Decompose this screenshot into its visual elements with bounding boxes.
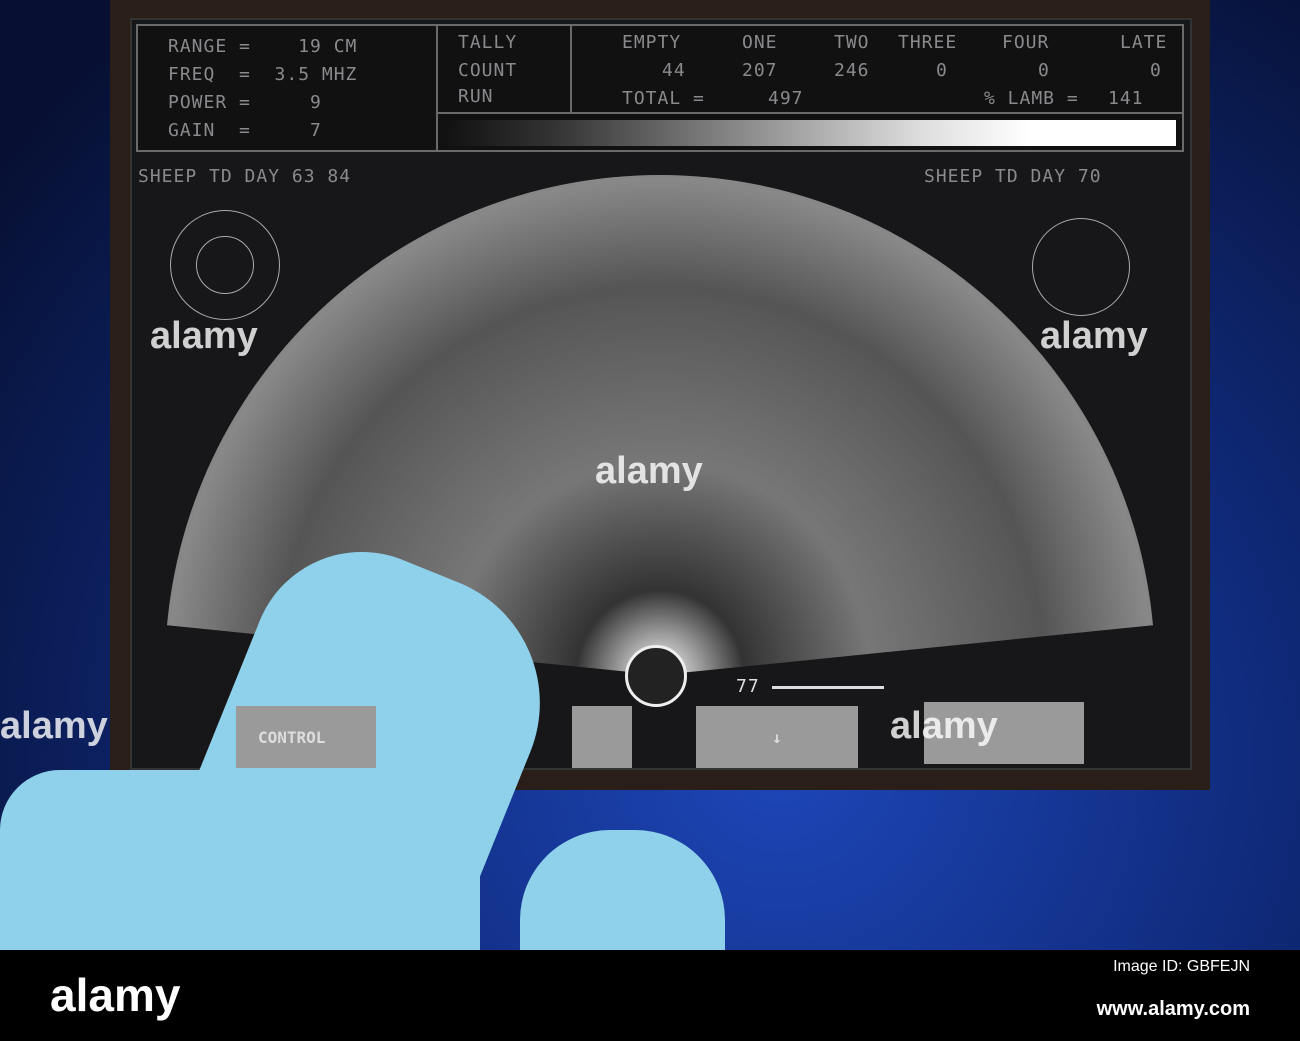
count-header: LATE: [1120, 32, 1168, 53]
count-value: 0: [1038, 60, 1050, 81]
count-value: 0: [936, 60, 948, 81]
screen-button-2[interactable]: [572, 706, 632, 768]
tally-panel: TALLY COUNT RUN: [436, 24, 572, 114]
footer-url: www.alamy.com: [1096, 998, 1250, 1020]
count-value: 246: [834, 60, 870, 81]
freq-setting: FREQ = 3.5 MHZ: [168, 64, 358, 85]
right-label: SHEEP TD DAY 70: [924, 166, 1102, 187]
count-value: 207: [742, 60, 778, 81]
count-header: THREE: [898, 32, 958, 53]
footer-logo: alamy: [50, 969, 181, 1021]
range-setting: RANGE = 19 CM: [168, 36, 358, 57]
watermark-logo: alamy: [1040, 315, 1148, 357]
grayscale-bar: [444, 120, 1176, 146]
grayscale-bar-panel: [436, 112, 1184, 152]
control-button[interactable]: CONTROL: [236, 706, 376, 768]
count-header: ONE: [742, 32, 778, 53]
watermark-logo: alamy: [595, 450, 703, 492]
counts-panel: EMPTY 44 ONE 207 TWO 246 THREE 0 FOUR 0 LATE 0 TOTA…: [570, 24, 1184, 114]
down-button[interactable]: ↓: [696, 706, 858, 768]
count-value: 0: [1150, 60, 1162, 81]
count-header: FOUR: [1002, 32, 1050, 53]
right-ring: [1032, 218, 1130, 316]
watermark-logo: alamy: [890, 705, 998, 747]
count-label: COUNT: [458, 60, 518, 81]
settings-panel: RANGE = 19 CM FREQ = 3.5 MHZ POWER = 9 G…: [136, 24, 438, 152]
image-id: Image ID: GBFEJN: [1113, 958, 1250, 975]
count-header: EMPTY: [622, 32, 682, 53]
left-ring-inner: [196, 236, 254, 294]
tally-label: TALLY: [458, 32, 518, 53]
run-label: RUN: [458, 86, 494, 107]
watermark-logo: alamy: [150, 315, 258, 357]
transducer-origin: [625, 645, 687, 707]
depth-scale-bar: [772, 686, 884, 689]
total-value: 497: [768, 88, 804, 109]
depth-scale-value: 77: [736, 676, 760, 697]
total-label: TOTAL =: [622, 88, 705, 109]
lamb-label: % LAMB =: [984, 88, 1079, 109]
lamb-value: 141: [1108, 88, 1144, 109]
power-setting: POWER = 9: [168, 92, 322, 113]
left-label: SHEEP TD DAY 63 84: [138, 166, 352, 187]
count-value: 44: [662, 60, 686, 81]
count-header: TWO: [834, 32, 870, 53]
watermark-logo: alamy: [0, 705, 108, 747]
gain-setting: GAIN = 7: [168, 120, 322, 141]
footer-bar: alamy Image ID: GBFEJN www.alamy.com: [0, 950, 1300, 1041]
